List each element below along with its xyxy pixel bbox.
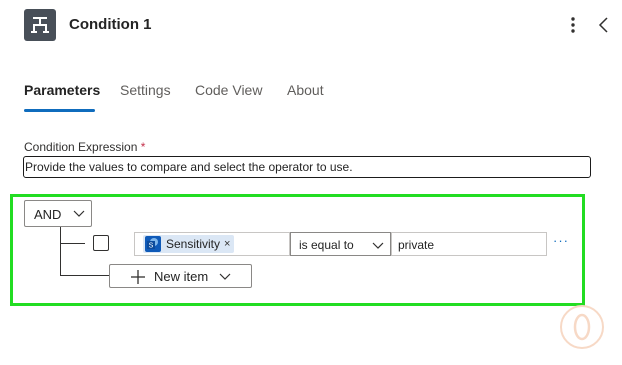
tree-connector — [60, 227, 61, 275]
left-operand-input[interactable]: S Sensitivity × — [134, 232, 290, 256]
remove-token-icon[interactable]: × — [224, 238, 230, 250]
tree-connector — [60, 275, 110, 276]
row-select-checkbox[interactable] — [93, 235, 109, 251]
sharepoint-icon: S — [145, 236, 161, 252]
tab-code-view[interactable]: Code View — [195, 82, 262, 98]
condition-icon — [24, 9, 56, 41]
svg-text:S: S — [149, 243, 154, 250]
condition-expression-label: Condition Expression * — [24, 140, 145, 154]
dynamic-content-token[interactable]: S Sensitivity × — [143, 235, 235, 253]
row-more-options-icon[interactable]: ··· — [553, 233, 569, 248]
new-item-label: New item — [154, 269, 209, 284]
condition-expression-label-text: Condition Expression — [24, 140, 138, 154]
chevron-down-icon — [372, 242, 384, 249]
required-mark: * — [140, 140, 146, 154]
right-operand-input[interactable]: private — [391, 232, 547, 256]
watermark-logo-icon — [559, 304, 605, 350]
more-vertical-icon[interactable] — [566, 14, 580, 36]
group-operator-dropdown[interactable]: AND — [24, 200, 92, 227]
active-tab-indicator — [24, 109, 95, 112]
plus-icon — [131, 270, 145, 284]
tree-connector — [60, 243, 85, 244]
operator-dropdown[interactable]: is equal to — [290, 232, 391, 256]
group-operator-value: AND — [34, 207, 62, 222]
tab-about[interactable]: About — [287, 82, 324, 98]
condition-description: Provide the values to compare and select… — [23, 156, 591, 178]
tab-parameters[interactable]: Parameters — [24, 82, 100, 98]
operator-value: is equal to — [299, 238, 354, 252]
new-item-button[interactable]: New item — [109, 264, 252, 288]
chevron-down-icon — [73, 210, 85, 217]
right-operand-value: private — [398, 238, 435, 252]
panel-title: Condition 1 — [69, 16, 152, 33]
chevron-left-icon[interactable] — [596, 14, 612, 36]
chevron-down-icon — [219, 273, 231, 280]
token-label: Sensitivity — [166, 237, 221, 251]
tab-settings[interactable]: Settings — [120, 82, 171, 98]
